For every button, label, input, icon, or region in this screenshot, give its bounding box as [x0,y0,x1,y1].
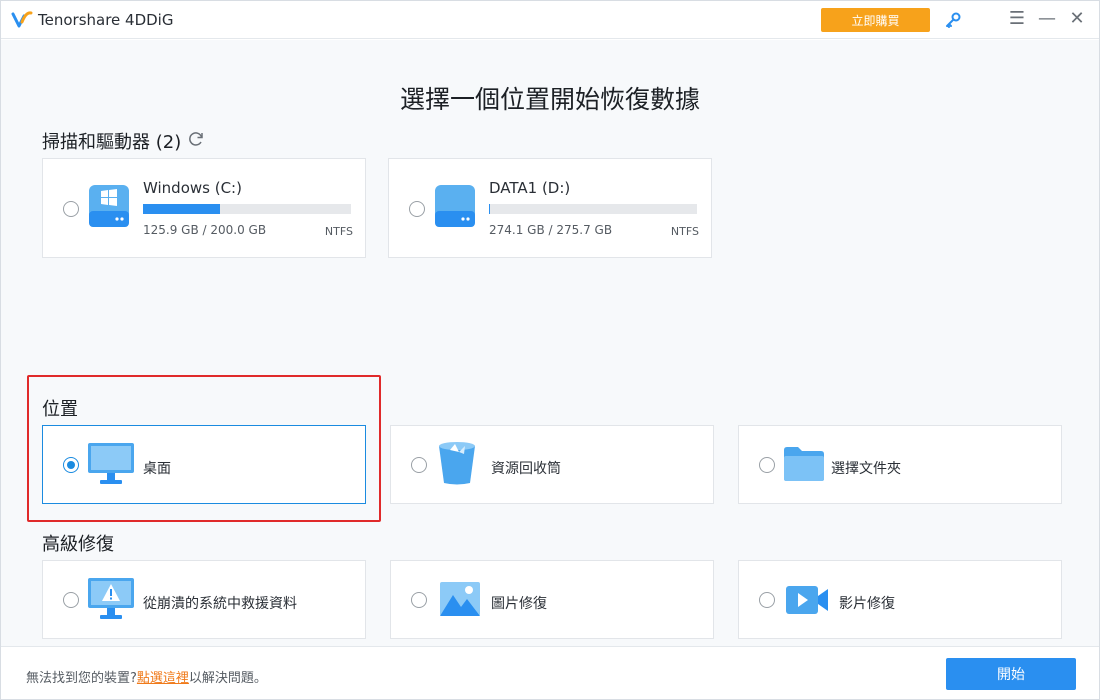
drive-usage-fill [143,204,220,214]
minimize-icon[interactable]: — [1037,7,1057,31]
folder-icon [784,447,824,481]
windows-drive-icon [89,185,129,227]
refresh-icon[interactable] [187,130,205,148]
crashed-system-radio[interactable] [63,592,79,608]
advanced-label: 圖片修復 [491,596,547,612]
buy-button[interactable]: 立即購買 [821,8,930,32]
desktop-monitor-icon [88,443,134,484]
location-card-desktop[interactable]: 桌面 [42,425,366,504]
close-icon[interactable]: ✕ [1067,7,1087,31]
advanced-label: 影片修復 [839,596,895,612]
drive-size: 125.9 GB / 200.0 GB [143,223,267,237]
location-card-recycle-bin[interactable]: 資源回收筒 [390,425,714,504]
drive-d-radio[interactable] [409,201,425,217]
location-label: 桌面 [143,461,171,477]
advanced-label: 從崩潰的系統中救援資料 [143,596,297,612]
main-panel: 選擇一個位置開始恢復數據 掃描和驅動器 (2) Windows (C:) 125… [1,40,1099,646]
app-title: Tenorshare 4DDiG [38,11,174,29]
crashed-system-icon [88,578,134,619]
help-text-prefix: 無法找到您的裝置? [26,671,137,686]
help-text: 無法找到您的裝置?點選這裡以解決問題。 [26,667,267,686]
start-button[interactable]: 開始 [946,658,1076,690]
drive-icon [435,185,475,227]
location-label: 選擇文件夾 [831,461,901,477]
drives-heading: 掃描和驅動器 (2) [42,132,182,153]
advanced-card-photo-repair[interactable]: 圖片修復 [390,560,714,639]
drive-name: Windows (C:) [143,179,242,197]
folder-radio[interactable] [759,457,775,473]
drive-usage-bar [143,204,351,214]
help-link[interactable]: 點選這裡 [137,671,189,686]
title-bar: Tenorshare 4DDiG 立即購買 ☰ — ✕ [1,1,1099,39]
advanced-card-crashed-system[interactable]: 從崩潰的系統中救援資料 [42,560,366,639]
video-icon [786,586,828,614]
footer: 無法找到您的裝置?點選這裡以解決問題。 開始 [1,646,1099,699]
help-text-suffix: 以解決問題。 [188,671,267,686]
advanced-heading: 高級修復 [42,534,114,555]
drive-filesystem: NTFS [324,225,353,238]
app-logo-icon [11,11,33,28]
video-repair-radio[interactable] [759,592,775,608]
recycle-bin-radio[interactable] [411,457,427,473]
location-heading: 位置 [42,399,78,420]
desktop-radio[interactable] [63,457,79,473]
location-card-folder[interactable]: 選擇文件夾 [738,425,1062,504]
menu-icon[interactable]: ☰ [1007,7,1027,31]
advanced-card-video-repair[interactable]: 影片修復 [738,560,1062,639]
drive-usage-bar [489,204,697,214]
drive-card-c[interactable]: Windows (C:) 125.9 GB / 200.0 GB NTFS [42,158,366,258]
location-label: 資源回收筒 [491,461,561,477]
image-icon [440,582,480,616]
key-icon[interactable] [944,11,962,29]
drive-size: 274.1 GB / 275.7 GB [489,223,613,237]
drive-filesystem: NTFS [670,225,699,238]
drive-card-d[interactable]: DATA1 (D:) 274.1 GB / 275.7 GB NTFS [388,158,712,258]
drive-c-radio[interactable] [63,201,79,217]
drive-name: DATA1 (D:) [489,179,571,197]
page-title: 選擇一個位置開始恢復數據 [399,85,700,114]
drive-usage-fill [489,204,491,214]
photo-repair-radio[interactable] [411,592,427,608]
recycle-bin-icon [439,442,475,485]
